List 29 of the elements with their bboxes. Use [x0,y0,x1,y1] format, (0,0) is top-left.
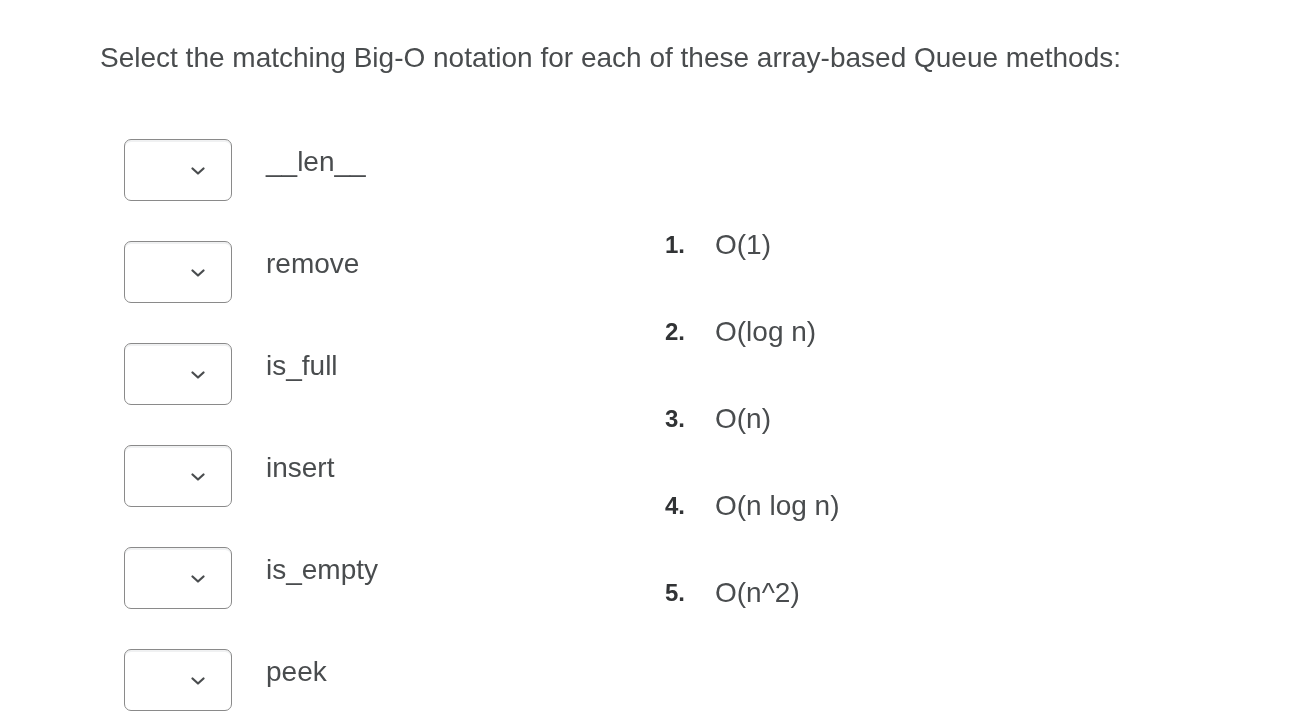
choice-text: O(log n) [715,315,817,349]
chevron-down-icon [191,473,205,481]
chevron-down-icon [191,371,205,379]
choice-number: 3. [665,404,686,434]
choice-text: O(n) [715,402,771,436]
select-dropdown[interactable] [124,241,232,303]
choice-number: 2. [665,317,686,347]
chevron-down-icon [191,575,205,583]
choice-text: O(n log n) [715,489,840,523]
method-label: peek [266,655,327,689]
question-text: Select the matching Big-O notation for each of these array-based Queue methods: [100,41,1122,75]
method-label: insert [266,451,335,485]
choice-text: O(1) [715,228,771,262]
chevron-down-icon [191,167,205,175]
select-dropdown[interactable] [124,139,232,201]
select-dropdown[interactable] [124,649,232,711]
method-label: is_full [266,349,338,383]
select-dropdown[interactable] [124,343,232,405]
method-label: __len__ [266,145,366,179]
method-label: remove [266,247,360,281]
choice-number: 5. [665,578,686,608]
chevron-down-icon [191,269,205,277]
select-dropdown[interactable] [124,445,232,507]
choice-text: O(n^2) [715,576,800,610]
select-dropdown[interactable] [124,547,232,609]
choice-number: 4. [665,491,686,521]
method-label: is_empty [266,553,379,587]
choice-number: 1. [665,230,686,260]
chevron-down-icon [191,677,205,685]
